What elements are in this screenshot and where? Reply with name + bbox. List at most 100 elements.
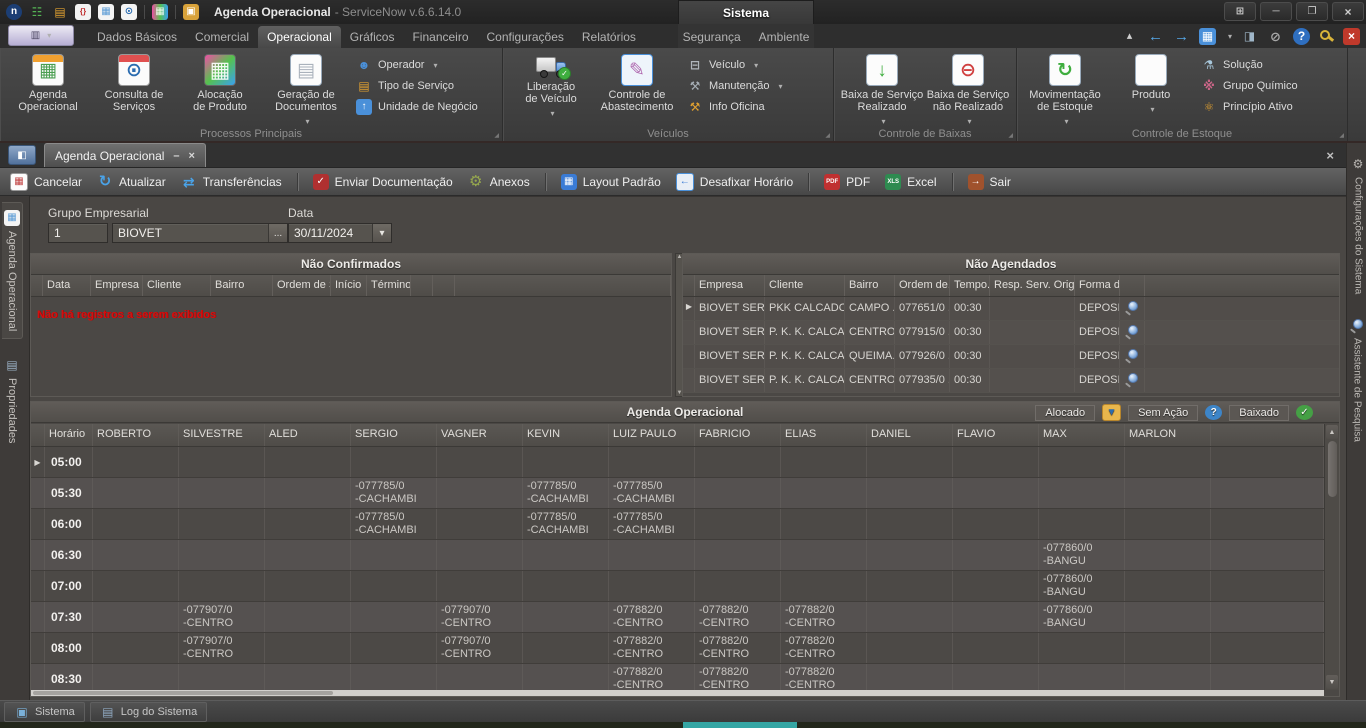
agenda-row[interactable]: 08:30-077882/0 -CENTRO-077882/0 -CENTRO-… — [31, 664, 1324, 690]
agenda-cell-vagner[interactable]: -077907/0 -CENTRO — [437, 602, 523, 632]
agenda-cell-luiz-paulo[interactable]: -077882/0 -CENTRO — [609, 633, 695, 663]
ribbon-button-principio-ativo[interactable]: ⚛Princípio Ativo — [1201, 99, 1339, 115]
agenda-row[interactable]: 07:30-077907/0 -CENTRO-077907/0 -CENTRO-… — [31, 602, 1324, 633]
time-cell[interactable]: 06:30 — [45, 540, 93, 570]
cell-cliente[interactable]: P. K. K. CALCAD... — [765, 345, 845, 368]
agenda-cell-aled[interactable] — [265, 664, 351, 690]
ribbon-button-movimentacao-de-estoque[interactable]: ↻Movimentação de Estoque▾ — [1023, 51, 1107, 125]
cell-cliente[interactable]: P. K. K. CALCAD... — [765, 321, 845, 344]
ribbon-button-grupo-quimico[interactable]: ※Grupo Químico — [1201, 78, 1339, 94]
grupo-code-input[interactable]: 1 — [48, 223, 108, 243]
ribbon-button-produto[interactable]: Produto▾ — [1109, 51, 1193, 125]
agenda-cell-elias[interactable] — [781, 478, 867, 508]
agenda-cell-flavio[interactable] — [953, 447, 1039, 477]
column-header-vagner[interactable]: VAGNER — [437, 424, 523, 446]
ribbon-button-agenda-operacional[interactable]: ▦Agenda Operacional — [6, 51, 90, 125]
agenda-cell-roberto[interactable] — [93, 478, 179, 508]
agenda-cell-luiz-paulo[interactable]: -077882/0 -CENTRO — [609, 602, 695, 632]
time-cell[interactable]: 05:00 — [45, 447, 93, 477]
agenda-cell-vagner[interactable] — [437, 478, 523, 508]
tab-comercial[interactable]: Comercial — [186, 26, 258, 48]
column-header-roberto[interactable]: ROBERTO — [93, 424, 179, 446]
calendar-table-icon[interactable]: ▦ — [98, 4, 114, 20]
cell-resp-serv-original[interactable] — [990, 369, 1075, 392]
agenda-cell-elias[interactable] — [781, 540, 867, 570]
toolbar-button-atualizar[interactable]: ↻Atualizar — [97, 174, 166, 190]
agenda-cell-vagner[interactable] — [437, 509, 523, 539]
toolbar-button-transferencias[interactable]: ⇄Transferências — [181, 174, 282, 190]
cell-forma-d[interactable]: DEPOSI... — [1075, 297, 1120, 320]
agenda-cell-daniel[interactable] — [867, 478, 953, 508]
agenda-cell-max[interactable]: -077860/0 -BANGU — [1039, 571, 1125, 601]
cell-ordem-de[interactable]: 077935/0 ... — [895, 369, 950, 392]
agenda-cell-luiz-paulo[interactable] — [609, 571, 695, 601]
status-tab-sistema[interactable]: ▣Sistema — [4, 702, 85, 722]
column-header-luiz-paulo[interactable]: LUIZ PAULO — [609, 424, 695, 446]
column-header-cliente[interactable]: Cliente — [765, 275, 845, 296]
cell-forma-d[interactable]: DEPOSI... — [1075, 369, 1120, 392]
app-logo-icon[interactable]: n — [6, 4, 22, 20]
view-grid-icon[interactable]: ▦ — [1199, 28, 1216, 45]
agenda-cell-sergio[interactable] — [351, 447, 437, 477]
tab-configuracoes[interactable]: Configurações — [478, 26, 573, 48]
cell-tempo[interactable]: 00:30 — [950, 345, 990, 368]
agenda-cell-fabricio[interactable]: -077882/0 -CENTRO — [695, 602, 781, 632]
column-header-fabricio[interactable]: FABRICIO — [695, 424, 781, 446]
column-header-search[interactable] — [1120, 275, 1145, 296]
cell-resp-serv-original[interactable] — [990, 345, 1075, 368]
row-search-cell[interactable] — [1120, 369, 1145, 392]
grupo-browse-button[interactable]: ... — [268, 224, 287, 242]
agenda-cell-max[interactable] — [1039, 478, 1125, 508]
cell-ordem-de[interactable]: 077651/0 ... — [895, 297, 950, 320]
agenda-cell-kevin[interactable] — [523, 540, 609, 570]
agenda-cell-kevin[interactable] — [523, 602, 609, 632]
dock-tab-propriedades[interactable]: ▤Propriedades — [2, 350, 22, 450]
scroll-thumb[interactable] — [1328, 441, 1337, 497]
tab-graficos[interactable]: Gráficos — [341, 26, 404, 48]
column-header-daniel[interactable]: DANIEL — [867, 424, 953, 446]
column-header-flavio[interactable]: FLAVIO — [953, 424, 1039, 446]
agenda-cell-roberto[interactable] — [93, 633, 179, 663]
time-cell[interactable]: 08:30 — [45, 664, 93, 690]
agenda-cell-max[interactable] — [1039, 633, 1125, 663]
help-icon[interactable]: ? — [1293, 28, 1310, 45]
org-chart-icon[interactable]: ☷ — [29, 4, 45, 20]
column-header-data[interactable]: Data — [43, 275, 91, 296]
nav-forward-icon[interactable]: → — [1173, 28, 1190, 45]
color-grid-icon[interactable]: ▦ — [152, 4, 168, 20]
agenda-cell-roberto[interactable] — [93, 571, 179, 601]
agenda-cell-fabricio[interactable] — [695, 540, 781, 570]
agenda-cell-luiz-paulo[interactable]: -077882/0 -CENTRO — [609, 664, 695, 690]
agenda-cell-elias[interactable]: -077882/0 -CENTRO — [781, 664, 867, 690]
close-document-icon[interactable]: × — [189, 150, 195, 162]
agenda-cell-max[interactable] — [1039, 664, 1125, 690]
column-header-empty[interactable] — [433, 275, 455, 296]
column-header-bairro[interactable]: Bairro — [211, 275, 273, 296]
cell-tempo[interactable]: 00:30 — [950, 369, 990, 392]
time-cell[interactable]: 05:30 — [45, 478, 93, 508]
agenda-cell-sergio[interactable] — [351, 602, 437, 632]
column-header-bairro[interactable]: Bairro — [845, 275, 895, 296]
agenda-cell-elias[interactable]: -077882/0 -CENTRO — [781, 633, 867, 663]
status-tab-log-do-sistema[interactable]: ▤Log do Sistema — [90, 702, 207, 722]
ribbon-button-consulta-de-servicos[interactable]: ⊙Consulta de Serviços — [92, 51, 176, 125]
agenda-cell-flavio[interactable] — [953, 602, 1039, 632]
row-search-icon[interactable] — [1125, 301, 1139, 315]
cell-bairro[interactable]: CENTRO — [845, 321, 895, 344]
agenda-cell-silvestre[interactable] — [179, 571, 265, 601]
column-header-aled[interactable]: ALED — [265, 424, 351, 446]
agenda-horizontal-scrollbar[interactable] — [31, 690, 1324, 696]
agenda-cell-kevin[interactable] — [523, 633, 609, 663]
ribbon-button-info-oficina[interactable]: ⚒Info Oficina — [687, 99, 825, 115]
agenda-cell-sergio[interactable] — [351, 540, 437, 570]
ribbon-button-tipo-de-servico[interactable]: ▤Tipo de Serviço — [356, 78, 494, 94]
agenda-cell-marlon[interactable] — [1125, 602, 1211, 632]
row-search-cell[interactable] — [1120, 321, 1145, 344]
cell-empresa[interactable]: BIOVET SERVI... — [695, 321, 765, 344]
time-cell[interactable]: 07:30 — [45, 602, 93, 632]
cell-cliente[interactable]: P. K. K. CALCAD... — [765, 369, 845, 392]
agenda-cell-vagner[interactable] — [437, 540, 523, 570]
agenda-cell-flavio[interactable] — [953, 633, 1039, 663]
agenda-cell-sergio[interactable] — [351, 571, 437, 601]
tab-dados-basicos[interactable]: Dados Básicos — [88, 26, 186, 48]
